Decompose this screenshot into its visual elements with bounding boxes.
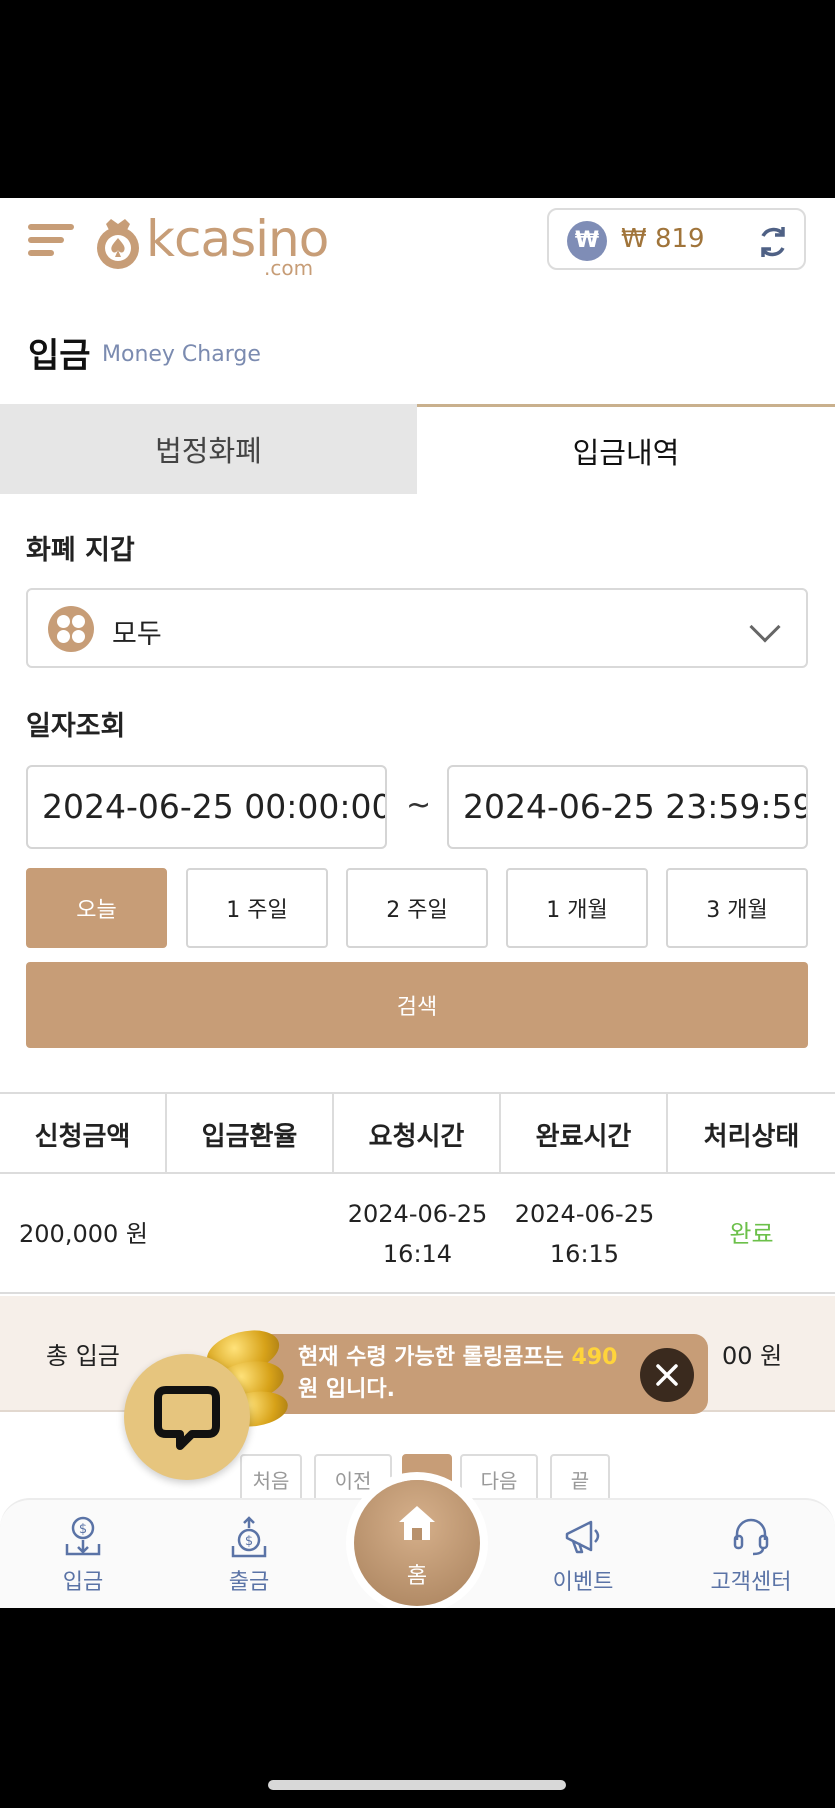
col-complete-time: 완료시간	[501, 1094, 668, 1174]
page-subtitle: Money Charge	[102, 342, 261, 367]
toast-line1: 현재 수령 가능한 롤링콤프는	[298, 1345, 572, 1370]
period-3month-button[interactable]: 3 개월	[666, 868, 808, 948]
period-1month-button[interactable]: 1 개월	[506, 868, 648, 948]
page-title: 입금	[28, 336, 91, 376]
tab-fiat[interactable]: 법정화폐	[0, 404, 417, 494]
wallet-label: 화폐 지갑	[26, 535, 135, 566]
complete-time: 16:15	[549, 1240, 620, 1268]
date-query-label: 일자조회	[26, 711, 126, 742]
toast-line2: 원 입니다.	[298, 1377, 395, 1402]
cell-status: 완료	[729, 1220, 774, 1248]
col-amount: 신청금액	[0, 1094, 167, 1174]
date-separator: ~	[406, 788, 432, 823]
request-date: 2024-06-25	[347, 1200, 488, 1228]
megaphone-icon	[565, 1520, 600, 1554]
nav-support-label: 고객센터	[710, 1570, 792, 1595]
wallet-selected-value: 모두	[112, 619, 162, 650]
app-screen: kcasino .com ₩ ₩ 819 입금 Money Charge 법정화…	[0, 198, 835, 1608]
rolling-comp-toast: 현재 수령 가능한 롤링콤프는 490 원 입니다.	[238, 1334, 708, 1414]
withdraw-icon: $	[231, 1516, 267, 1558]
nav-support[interactable]: 고객센터	[696, 1514, 806, 1604]
close-icon[interactable]	[640, 1348, 694, 1402]
home-icon	[399, 1506, 435, 1540]
balance-value: ₩ 819	[621, 224, 705, 254]
chat-bubble-icon	[154, 1386, 220, 1450]
pager-last-button[interactable]: 끝	[550, 1454, 610, 1504]
col-request-time: 요청시간	[334, 1094, 501, 1174]
total-value: 00 원	[722, 1342, 783, 1370]
nav-deposit[interactable]: $ 입금	[28, 1514, 138, 1604]
total-label: 총 입금	[46, 1342, 120, 1370]
kcasino-logo[interactable]: kcasino .com	[94, 208, 334, 280]
col-status: 처리상태	[703, 1121, 800, 1152]
period-1week-button[interactable]: 1 주일	[186, 868, 328, 948]
search-button[interactable]: 검색	[26, 962, 808, 1048]
wallet-select[interactable]: 모두	[26, 588, 808, 668]
nav-withdraw[interactable]: $ 출금	[194, 1514, 304, 1604]
logo-suffix: .com	[264, 256, 314, 280]
start-date-value: 2024-06-25 00:00:00	[42, 787, 387, 826]
deposit-icon: $	[65, 1516, 101, 1556]
svg-text:$: $	[79, 1522, 87, 1537]
won-icon: ₩	[567, 221, 607, 261]
nav-events[interactable]: 이벤트	[528, 1514, 638, 1604]
svg-text:$: $	[245, 1534, 253, 1549]
end-date-value: 2024-06-25 23:59:59	[463, 787, 808, 826]
headset-icon	[733, 1518, 769, 1556]
all-wallets-icon	[48, 606, 94, 652]
end-date-input[interactable]: 2024-06-25 23:59:59	[447, 765, 808, 849]
tab-deposit-history[interactable]: 입금내역	[417, 404, 835, 494]
cell-request-time: 2024-06-25 16:14	[334, 1194, 501, 1274]
start-date-input[interactable]: 2024-06-25 00:00:00	[26, 765, 387, 849]
menu-icon[interactable]	[28, 218, 74, 260]
period-today-button[interactable]: 오늘	[26, 868, 167, 948]
bottom-bezel	[0, 1608, 835, 1808]
cell-amount: 200,000 원	[19, 1220, 148, 1248]
table-row: 200,000 원 2024-06-25 16:14 2024-06-25 16…	[0, 1174, 835, 1294]
nav-home-label: 홈	[406, 1564, 428, 1589]
nav-events-label: 이벤트	[552, 1570, 614, 1595]
request-time: 16:14	[382, 1240, 453, 1268]
refresh-icon[interactable]	[755, 224, 791, 260]
period-2week-button[interactable]: 2 주일	[346, 868, 488, 948]
cell-complete-time: 2024-06-25 16:15	[501, 1194, 668, 1274]
balance-widget: ₩ ₩ 819	[547, 208, 806, 270]
toast-message: 현재 수령 가능한 롤링콤프는 490 원 입니다.	[298, 1342, 617, 1406]
nav-deposit-label: 입금	[62, 1570, 104, 1595]
col-rate: 입금환율	[167, 1094, 334, 1174]
nav-home[interactable]: 홈	[354, 1480, 480, 1606]
status-bar-area	[0, 0, 835, 198]
poker-chip-icon	[97, 219, 139, 269]
home-indicator[interactable]	[268, 1780, 566, 1790]
complete-date: 2024-06-25	[514, 1200, 655, 1228]
chat-button[interactable]	[124, 1354, 250, 1480]
table-header: 신청금액 입금환율 요청시간 완료시간 처리상태	[0, 1092, 835, 1174]
nav-withdraw-label: 출금	[228, 1570, 270, 1595]
toast-amount: 490	[571, 1345, 618, 1370]
chevron-down-icon	[749, 611, 781, 643]
